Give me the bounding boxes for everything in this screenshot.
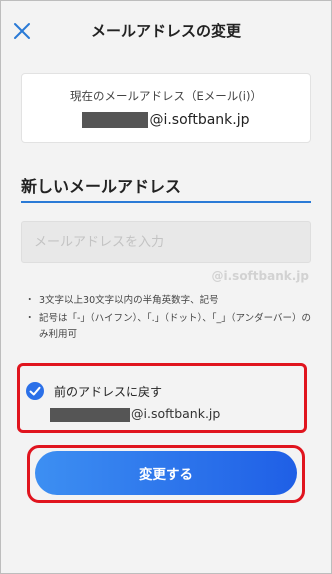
rule-item: 3文字以上30文字以内の半角英数字、記号 (25, 293, 311, 309)
new-email-input[interactable] (21, 221, 311, 263)
redacted-block (50, 407, 130, 422)
revert-label: 前のアドレスに戻す (54, 385, 163, 399)
previous-address-domain: @i.softbank.jp (131, 406, 221, 421)
page-title: メールアドレスの変更 (90, 22, 241, 40)
screen: メールアドレスの変更 現在のメールアドレス（Eメール(i)） @i.softba… (0, 0, 332, 574)
current-address-domain: @i.softbank.jp (149, 112, 250, 128)
heading-underline (21, 201, 311, 203)
check-icon (29, 386, 41, 396)
current-address-value: @i.softbank.jp (22, 112, 310, 128)
domain-hint: @i.softbank.jp (211, 269, 310, 283)
current-address-label: 現在のメールアドレス（Eメール(i)） (70, 89, 262, 103)
new-address-heading: 新しいメールアドレス (21, 177, 182, 196)
redacted-block (82, 112, 149, 128)
rules-list: 3文字以上30文字以内の半角英数字、記号 記号は「-」（ハイフン）、「.」（ドッ… (25, 293, 311, 345)
submit-button[interactable]: 変更する (35, 451, 297, 495)
previous-address-value: @i.softbank.jp (50, 406, 220, 422)
revert-checkbox[interactable] (26, 382, 44, 400)
current-address-card: 現在のメールアドレス（Eメール(i)） @i.softbank.jp (21, 73, 311, 143)
rule-item: 記号は「-」（ハイフン）、「.」（ドット）、「_」（アンダーバー）のみ利用可 (25, 311, 311, 343)
header: メールアドレスの変更 (1, 1, 331, 61)
revert-option[interactable]: 前のアドレスに戻す @i.softbank.jp (17, 363, 307, 433)
